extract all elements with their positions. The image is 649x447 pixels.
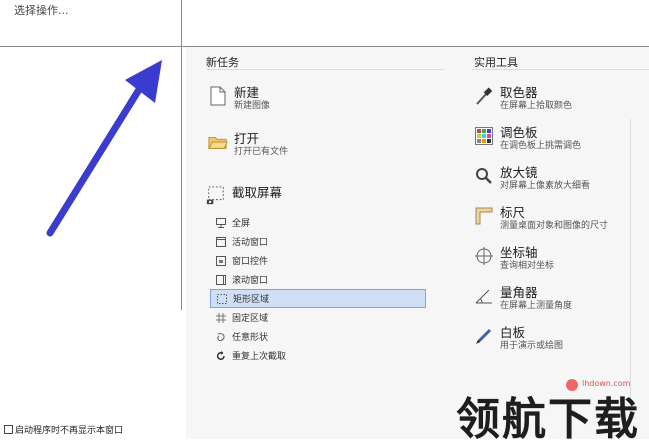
checkbox-icon[interactable]: [4, 425, 13, 434]
new-file-icon: [208, 85, 228, 107]
open-title: 打开: [234, 131, 260, 146]
palette-icon: [474, 125, 494, 147]
window-icon: [216, 236, 226, 247]
window-control-icon: [216, 255, 226, 266]
startup-label: 启动程序时不再显示本窗口: [15, 426, 124, 436]
open-sub: 打开已有文件: [234, 147, 289, 157]
capture-option-scroll-window[interactable]: 滚动窗口: [210, 270, 426, 289]
column-separator: [630, 119, 631, 407]
capture-option-label: 活动窗口: [232, 238, 269, 248]
capture-screen-item[interactable]: 截取屏幕: [206, 185, 282, 207]
tool-sub: 在屏幕上测量角度: [500, 301, 573, 311]
top-strip: 选择操作...: [0, 0, 649, 46]
tool-title: 坐标轴: [500, 245, 538, 260]
tools-heading-line: [472, 69, 649, 70]
tool-eyedropper[interactable]: 取色器 在屏幕上拾取颜色: [474, 85, 572, 112]
tool-sub: 用于演示或绘图: [500, 341, 564, 351]
capture-option-label: 窗口控件: [232, 257, 269, 267]
folder-icon: [208, 131, 228, 153]
tasks-heading-line: [206, 69, 444, 70]
tool-crosshair[interactable]: 坐标轴 查询相对坐标: [474, 245, 554, 272]
capture-option-label: 滚动窗口: [232, 276, 269, 286]
tool-palette[interactable]: 调色板 在调色板上挑需调色: [474, 125, 581, 152]
fixed-region-icon: [216, 312, 226, 323]
capture-title: 截取屏幕: [232, 185, 283, 200]
capture-option-label: 任意形状: [232, 333, 269, 343]
arrow-annotation-icon: [46, 60, 162, 237]
capture-options-list: 全屏 活动窗口 窗口控件 滚动窗口 矩形区域 固定区域 任意形状 重复上次截取: [210, 213, 426, 365]
capture-option-rectangle[interactable]: 矩形区域: [210, 289, 426, 308]
tool-title: 标尺: [500, 205, 526, 220]
capture-option-fixed[interactable]: 固定区域: [210, 308, 426, 327]
tool-ruler[interactable]: 标尺 测量桌面对象和图像的尺寸: [474, 205, 608, 232]
capture-option-label: 重复上次截取: [232, 352, 287, 362]
monitor-icon: [216, 217, 226, 228]
capture-option-label: 全屏: [232, 219, 251, 229]
open-task-item[interactable]: 打开 打开已有文件: [208, 131, 288, 158]
new-sub: 新建图像: [234, 101, 271, 111]
main-panel: 新任务 实用工具 新建 新建图像 打开 打开已有文件 截取屏幕 全屏 活动窗口 …: [186, 47, 649, 439]
ruler-icon: [474, 205, 494, 227]
tool-sub: 对屏幕上像素放大细看: [500, 181, 591, 191]
crosshair-icon: [474, 245, 494, 267]
capture-option-freeform[interactable]: 任意形状: [210, 327, 426, 346]
capture-option-window-control[interactable]: 窗口控件: [210, 251, 426, 270]
tool-title: 量角器: [500, 285, 538, 300]
protractor-icon: [474, 285, 494, 307]
tool-title: 调色板: [500, 125, 538, 140]
new-title: 新建: [234, 85, 260, 100]
tool-title: 放大镜: [500, 165, 538, 180]
startup-checkbox[interactable]: 启动程序时不再显示本窗口: [4, 423, 123, 436]
new-task-item[interactable]: 新建 新建图像: [208, 85, 270, 112]
eyedropper-icon: [474, 85, 494, 107]
capture-option-label: 固定区域: [232, 314, 269, 324]
pen-icon: [474, 325, 494, 347]
capture-option-active-window[interactable]: 活动窗口: [210, 232, 426, 251]
capture-icon: [206, 185, 226, 207]
watermark: 领航下载 lhdown.com: [456, 379, 640, 447]
watermark-logo-icon: [566, 379, 578, 391]
watermark-text: 领航下载: [456, 394, 640, 445]
tool-title: 取色器: [500, 85, 538, 100]
watermark-url: lhdown.com: [582, 379, 631, 388]
tool-protractor[interactable]: 量角器 在屏幕上测量角度: [474, 285, 572, 312]
tool-sub: 测量桌面对象和图像的尺寸: [500, 221, 609, 231]
tool-magnifier[interactable]: 放大镜 对屏幕上像素放大细看: [474, 165, 590, 192]
repeat-icon: [216, 350, 226, 361]
freeform-icon: [216, 332, 226, 342]
capture-option-repeat[interactable]: 重复上次截取: [210, 346, 426, 365]
tool-whiteboard[interactable]: 白板 用于演示或绘图: [474, 325, 563, 352]
divider-vertical: [181, 0, 182, 310]
scroll-window-icon: [216, 274, 226, 285]
tool-sub: 查询相对坐标: [500, 261, 555, 271]
tool-title: 白板: [500, 325, 526, 340]
capture-option-label: 矩形区域: [233, 295, 270, 305]
tasks-heading: 新任务: [206, 56, 239, 69]
tool-sub: 在屏幕上拾取颜色: [500, 101, 573, 111]
magnifier-icon: [474, 165, 494, 187]
capture-option-fullscreen[interactable]: 全屏: [210, 213, 426, 232]
hint-text: 选择操作...: [14, 4, 69, 17]
tool-sub: 在调色板上挑需调色: [500, 141, 582, 151]
rectangle-region-icon: [217, 293, 227, 304]
tools-heading: 实用工具: [474, 56, 518, 69]
